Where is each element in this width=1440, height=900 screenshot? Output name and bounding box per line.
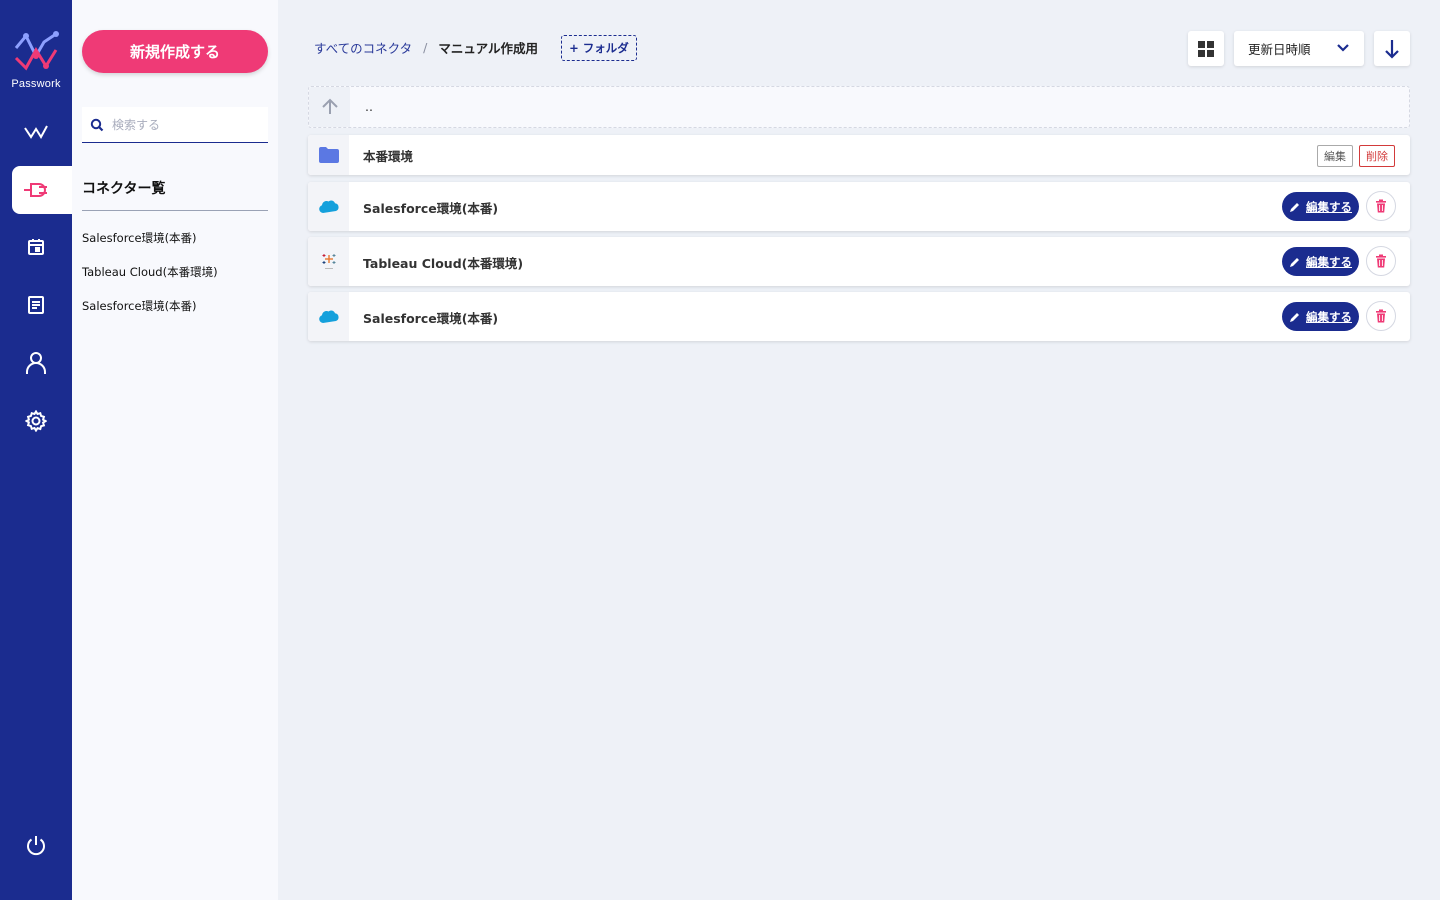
nav-item-connectors[interactable] <box>12 166 72 214</box>
folder-name: 本番環境 <box>363 149 414 164</box>
connector-edit-button[interactable]: 編集する <box>1282 302 1359 331</box>
nav-item-account[interactable] <box>12 339 72 387</box>
document-icon <box>28 296 44 314</box>
user-icon <box>26 352 46 374</box>
connector-edit-label: 編集する <box>1306 254 1352 269</box>
connector-edit-label: 編集する <box>1306 309 1352 324</box>
connector-row[interactable]: Tableau Cloud(本番環境) 編集する <box>308 237 1410 286</box>
arrow-down-icon <box>1385 39 1399 59</box>
passwork-logo[interactable]: Passwork <box>0 28 72 92</box>
breadcrumb-current: マニュアル作成用 <box>438 41 538 56</box>
pencil-icon <box>1290 257 1299 267</box>
parent-icon-cell <box>309 87 350 127</box>
connector-row[interactable]: Salesforce環境(本番) 編集する <box>308 292 1410 341</box>
connector-name: Salesforce環境(本番) <box>363 311 499 326</box>
parent-folder-label: .. <box>365 99 373 114</box>
grid-view-button[interactable] <box>1188 31 1224 66</box>
chevron-down-icon <box>1337 44 1349 52</box>
folder-icon-cell <box>308 135 349 175</box>
nav-item-dashboard[interactable] <box>12 108 72 156</box>
sidebar-title: コネクター覧 <box>82 181 166 197</box>
nav-item-logout[interactable] <box>12 821 72 869</box>
tableau-icon <box>322 253 335 269</box>
add-folder-button[interactable]: + フォルダ <box>561 35 637 61</box>
pencil-icon <box>1290 202 1299 212</box>
power-icon <box>27 836 45 856</box>
pencil-icon <box>1290 312 1299 322</box>
nav-item-settings[interactable] <box>12 397 72 445</box>
sidebar-item-tableau[interactable]: Tableau Cloud(本番環境) <box>82 262 218 296</box>
connector-delete-button[interactable] <box>1366 301 1396 331</box>
folder-icon <box>318 147 339 163</box>
search-box <box>82 107 268 143</box>
connector-edit-button[interactable]: 編集する <box>1282 192 1359 221</box>
checkmark-icon <box>24 125 48 139</box>
connector-icon-cell <box>308 182 349 231</box>
sort-select[interactable]: 更新日時順 <box>1234 31 1364 66</box>
sort-order-button[interactable] <box>1374 31 1410 66</box>
search-icon <box>90 118 104 131</box>
folder-edit-button[interactable]: 編集 <box>1317 145 1353 167</box>
connector-name: Tableau Cloud(本番環境) <box>363 256 524 271</box>
salesforce-icon <box>318 199 339 213</box>
connector-delete-button[interactable] <box>1366 246 1396 276</box>
connector-icon-cell <box>308 292 349 341</box>
brand-name: Passwork <box>11 78 61 90</box>
connector-edit-label: 編集する <box>1306 199 1352 214</box>
arrow-up-icon <box>321 98 338 114</box>
breadcrumb-root-link[interactable]: すべてのコネクタ <box>314 38 412 57</box>
sidebar-divider <box>82 210 268 211</box>
trash-icon <box>1376 199 1386 213</box>
connector-edit-button[interactable]: 編集する <box>1282 247 1359 276</box>
folder-row[interactable]: 本番環境 編集 削除 <box>308 135 1410 175</box>
connector-row[interactable]: Salesforce環境(本番) 編集する <box>308 182 1410 231</box>
folder-delete-button[interactable]: 削除 <box>1359 145 1395 167</box>
trash-icon <box>1376 254 1386 268</box>
calendar-icon <box>28 239 44 255</box>
connector-delete-button[interactable] <box>1366 191 1396 221</box>
parent-folder-row[interactable]: .. <box>308 86 1410 128</box>
nav-rail: Passwork <box>0 0 72 900</box>
nav-item-logs[interactable] <box>12 281 72 329</box>
trash-icon <box>1376 309 1386 323</box>
connector-icon-cell <box>308 237 349 286</box>
sort-select-value: 更新日時順 <box>1248 42 1311 57</box>
grid-icon <box>1198 40 1214 57</box>
sidebar-connector-list: Salesforce環境(本番) Tableau Cloud(本番環境) Sal… <box>82 228 218 330</box>
sidebar-item-salesforce-2[interactable]: Salesforce環境(本番) <box>82 296 218 330</box>
create-new-button[interactable]: 新規作成する <box>82 30 268 73</box>
plug-icon <box>24 183 47 197</box>
search-input[interactable] <box>112 117 262 132</box>
logo-mark-icon <box>14 31 59 71</box>
connector-sidebar: 新規作成する コネクター覧 Salesforce環境(本番) Tableau C… <box>72 0 278 900</box>
breadcrumb-separator: / <box>423 40 428 55</box>
sidebar-item-salesforce[interactable]: Salesforce環境(本番) <box>82 228 218 262</box>
salesforce-icon <box>318 309 339 323</box>
gear-icon <box>25 410 47 432</box>
nav-item-schedule[interactable] <box>12 223 72 271</box>
connector-name: Salesforce環境(本番) <box>363 201 499 216</box>
breadcrumb: すべてのコネクタ / マニュアル作成用 <box>314 38 538 57</box>
